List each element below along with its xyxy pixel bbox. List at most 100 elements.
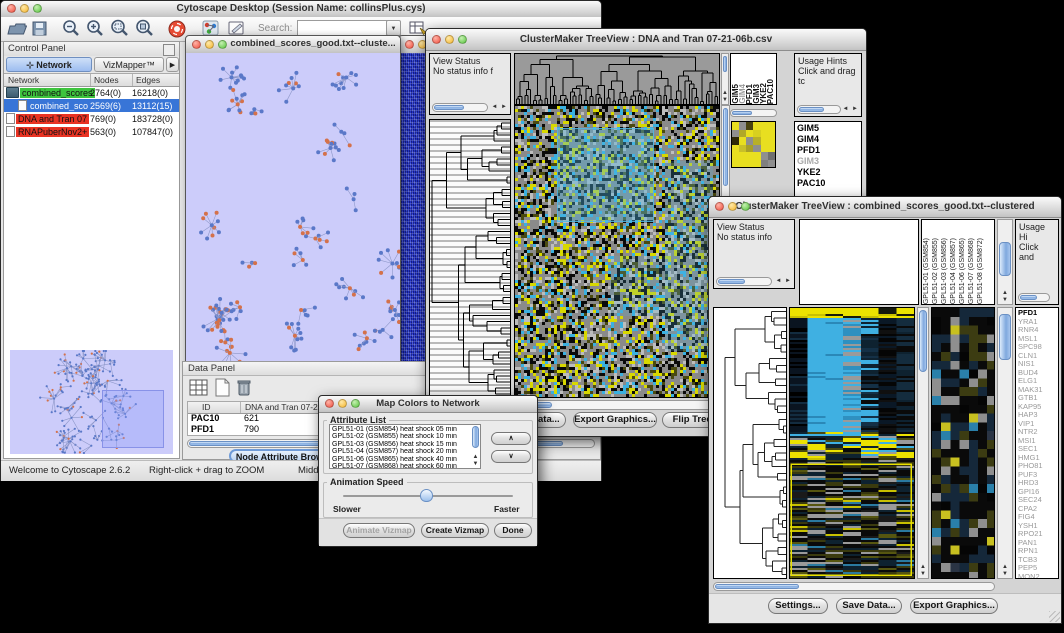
gene-label[interactable]: PAC10 bbox=[797, 178, 859, 189]
tv1-col-label[interactable]: PAC10 bbox=[767, 79, 774, 104]
minimize-icon[interactable] bbox=[338, 399, 347, 408]
scroll-arrows[interactable]: ◄ ► bbox=[842, 104, 859, 114]
close-icon[interactable] bbox=[432, 35, 441, 44]
attribute-item[interactable]: GPL51-02 (GSM855) heat shock 10 min bbox=[332, 433, 478, 440]
scroll-arrows[interactable]: ◄ ► bbox=[491, 102, 508, 112]
network-row[interactable]: RNAPuberNov2+ 563(0) 107847(0) bbox=[4, 125, 179, 138]
gene-label[interactable]: PAN1 bbox=[1018, 539, 1056, 548]
gene-label[interactable]: RPO21 bbox=[1018, 530, 1056, 539]
close-icon[interactable] bbox=[715, 202, 724, 211]
tv2-col-label[interactable]: GPL51-06 (GSM865) bbox=[959, 238, 968, 304]
tv2-row-dendrogram[interactable] bbox=[713, 307, 787, 579]
attribute-listbox[interactable]: GPL51-01 (GSM854) heat shock 05 minGPL51… bbox=[329, 424, 481, 469]
tv2-genelist-vscrollbar[interactable]: ▲▼ bbox=[997, 307, 1013, 579]
zoom-window-icon[interactable] bbox=[458, 35, 467, 44]
gene-label[interactable]: BUD4 bbox=[1018, 369, 1056, 378]
network-canvas[interactable] bbox=[186, 53, 400, 366]
window-controls[interactable] bbox=[7, 4, 42, 13]
gene-label[interactable]: CLN1 bbox=[1018, 352, 1056, 361]
attribute-list-vscrollbar[interactable]: ▲▼ bbox=[471, 425, 480, 468]
float-panel-icon[interactable] bbox=[163, 44, 175, 56]
main-title-bar[interactable]: Cytoscape Desktop (Session Name: collins… bbox=[1, 1, 601, 18]
minimize-icon[interactable] bbox=[20, 4, 29, 13]
gene-label[interactable]: MSL1 bbox=[1018, 335, 1056, 344]
gene-label[interactable]: TCB3 bbox=[1018, 556, 1056, 565]
attribute-item[interactable]: GPL51-06 (GSM865) heat shock 40 min bbox=[332, 456, 478, 463]
tv2-col-label[interactable]: GPL51-02 (GSM855) bbox=[932, 238, 941, 304]
attribute-item[interactable]: GPL51-01 (GSM854) heat shock 05 min bbox=[332, 426, 478, 433]
tv1-export-graphics-button[interactable]: Export Graphics... bbox=[573, 412, 657, 428]
zoom-window-icon[interactable] bbox=[33, 4, 42, 13]
treeview1-controls[interactable] bbox=[432, 35, 467, 44]
minimize-icon[interactable] bbox=[205, 40, 214, 49]
gene-label[interactable]: PHO81 bbox=[1018, 462, 1056, 471]
gene-label[interactable]: HMG1 bbox=[1018, 454, 1056, 463]
scroll-arrows[interactable]: ◄ ► bbox=[775, 276, 792, 286]
attribute-item[interactable]: GPL51-03 (GSM856) heat shock 15 min bbox=[332, 441, 478, 448]
gene-label[interactable]: PEP5 bbox=[1018, 564, 1056, 573]
gene-label[interactable]: YKE2 bbox=[797, 167, 859, 178]
tv2-col-label[interactable]: GPL51-03 (GSM856) bbox=[941, 238, 950, 304]
network-name[interactable]: combined_scores bbox=[20, 88, 95, 98]
gene-label[interactable]: PFD1 bbox=[797, 145, 859, 156]
tv1-zoom-matrix[interactable] bbox=[731, 121, 776, 168]
gene-label[interactable]: RPN1 bbox=[1018, 547, 1056, 556]
network-name[interactable]: DNA and Tran 07 bbox=[16, 114, 89, 124]
col-nodes[interactable]: Nodes bbox=[90, 74, 119, 86]
gene-label[interactable]: FIG4 bbox=[1018, 513, 1056, 522]
gene-label[interactable]: ELG1 bbox=[1018, 377, 1056, 386]
gene-label[interactable]: SEC1 bbox=[1018, 445, 1056, 454]
attribute-item[interactable]: GPL51-04 (GSM857) heat shock 20 min bbox=[332, 448, 478, 455]
move-down-button[interactable]: ∨ bbox=[491, 450, 531, 463]
gene-label[interactable]: GIM5 bbox=[797, 123, 859, 134]
zoom-in-icon[interactable] bbox=[86, 19, 106, 38]
network-overview-thumbnail[interactable] bbox=[10, 350, 173, 454]
zoom-fit-icon[interactable] bbox=[110, 19, 131, 38]
search-dropdown-button[interactable]: ▼ bbox=[386, 20, 401, 36]
tv2-col-label[interactable]: GPL51-08 (GSM872) bbox=[977, 238, 986, 304]
treeview2-titlebar[interactable]: ClusterMaker TreeView : combined_scores_… bbox=[709, 197, 1061, 218]
gene-label[interactable]: CPA2 bbox=[1018, 505, 1056, 514]
tv1-coltree-vscrollbar[interactable]: ▲▼ bbox=[721, 53, 729, 105]
close-icon[interactable] bbox=[405, 40, 414, 49]
gene-label[interactable]: NTR2 bbox=[1018, 428, 1056, 437]
tv1-row-dendrogram[interactable] bbox=[429, 119, 511, 398]
tv2-main-hscrollbar[interactable] bbox=[713, 582, 995, 591]
close-icon[interactable] bbox=[7, 4, 16, 13]
gene-label[interactable]: GTB1 bbox=[1018, 394, 1056, 403]
minimize-icon[interactable] bbox=[445, 35, 454, 44]
animate-vizmap-button[interactable]: Animate Vizmap bbox=[343, 523, 415, 538]
zoom-window-icon[interactable] bbox=[741, 202, 750, 211]
tv2-export-graphics-button[interactable]: Export Graphics... bbox=[910, 598, 998, 614]
network-row[interactable]: combined_scores 2764(0) 16218(0) bbox=[4, 86, 179, 99]
gene-label[interactable]: VIP1 bbox=[1018, 420, 1056, 429]
tv1-heatmap[interactable] bbox=[514, 105, 720, 398]
gene-label[interactable]: NIS1 bbox=[1018, 360, 1056, 369]
gene-label[interactable]: SPC98 bbox=[1018, 343, 1056, 352]
gene-label[interactable]: HAP3 bbox=[1018, 411, 1056, 420]
network-name[interactable]: combined_sco bbox=[28, 101, 90, 111]
tv2-zoom-heatmap[interactable] bbox=[931, 307, 995, 579]
speed-slider-thumb[interactable] bbox=[420, 489, 433, 502]
tv2-column-tree-area[interactable] bbox=[799, 219, 919, 305]
move-up-button[interactable]: ∧ bbox=[491, 432, 531, 445]
network-row[interactable]: DNA and Tran 07 769(0) 183728(0) bbox=[4, 112, 179, 125]
gene-label[interactable]: YRA1 bbox=[1018, 318, 1056, 327]
close-icon[interactable] bbox=[325, 399, 334, 408]
tv1-hints-scrollbar[interactable] bbox=[797, 105, 841, 114]
tv2-hints-scrollbar[interactable] bbox=[1018, 293, 1050, 302]
help-lifering-icon[interactable] bbox=[167, 19, 187, 39]
zoom-window-icon[interactable] bbox=[351, 399, 360, 408]
gene-label[interactable]: RNR4 bbox=[1018, 326, 1056, 335]
zoom-selected-icon[interactable] bbox=[135, 19, 156, 38]
tv2-heatmap-vscrollbar[interactable]: ▲▼ bbox=[917, 307, 929, 579]
delete-attribute-trash-icon[interactable] bbox=[235, 377, 253, 399]
tv2-col-label[interactable]: GPL51-01 (GSM854) bbox=[923, 238, 932, 304]
tv2-col-label[interactable]: GPL51-04 (GSM857) bbox=[950, 238, 959, 304]
gene-label[interactable]: PUF3 bbox=[1018, 471, 1056, 480]
tab-network[interactable]: ⊹ Network bbox=[6, 57, 92, 72]
network-row[interactable]: combined_sco 2569(6) 13112(15) bbox=[4, 99, 179, 112]
minimize-icon[interactable] bbox=[728, 202, 737, 211]
gene-label[interactable]: KAP95 bbox=[1018, 403, 1056, 412]
gene-label[interactable]: HRD3 bbox=[1018, 479, 1056, 488]
